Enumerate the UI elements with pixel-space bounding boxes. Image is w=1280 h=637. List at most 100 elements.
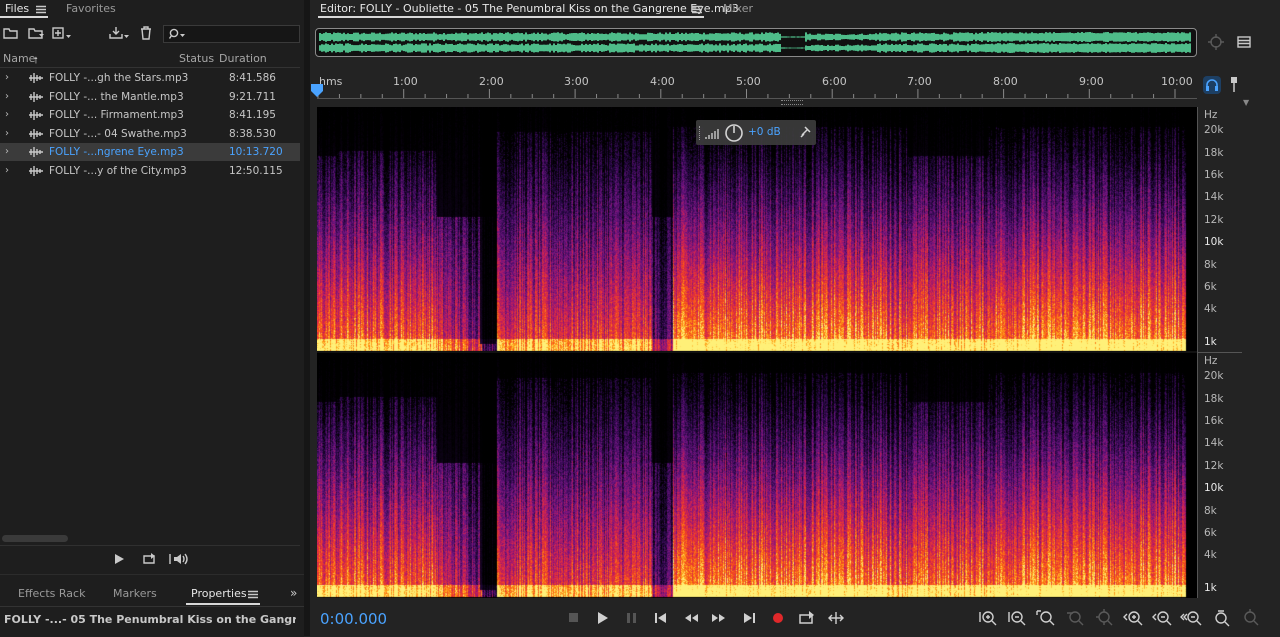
freq-label: 14k [1204,191,1224,203]
channel-divider [1198,352,1242,353]
zoom-out-time-icon[interactable] [1151,608,1173,628]
play-preview-icon[interactable] [113,553,125,568]
tab-markers[interactable]: Markers [113,587,157,600]
search-icon [168,28,187,43]
hud-gain-control[interactable]: +0 dB [696,120,816,145]
volume-knob-icon[interactable] [724,123,744,146]
spectral-frequency-display[interactable] [317,107,1197,598]
chevron-right-icon[interactable]: › [5,109,9,120]
loop-preview-icon[interactable] [141,552,157,569]
resize-grip[interactable] [781,100,803,105]
file-duration: 10:13.720 [229,146,283,158]
playhead-marker[interactable] [311,84,323,101]
zoom-out-amplitude-icon[interactable] [1006,608,1028,628]
ruler-tick: 1:00 [393,75,418,88]
audio-file-icon [28,166,44,179]
file-row[interactable]: › FOLLY -...gh the Stars.mp3 8:41.586 [0,69,300,87]
pin-hud-icon[interactable] [799,125,811,142]
chevron-right-icon[interactable]: › [5,72,9,83]
frequency-ruler[interactable]: Hz 20k 18k 16k 14k 12k 10k 8k 6k 4k 1k H… [1197,107,1242,598]
chevron-right-icon[interactable]: › [5,165,9,176]
ruler-tick: 5:00 [736,75,761,88]
search-input[interactable] [163,25,300,43]
import-file-icon[interactable] [108,26,130,43]
freq-label: 12k [1204,460,1224,472]
file-row-selected[interactable]: › FOLLY -...ngrene Eye.mp3 10:13.720 [0,143,300,161]
freq-label: 14k [1204,437,1224,449]
zoom-out-full-icon[interactable] [1180,608,1202,628]
record-button[interactable] [767,608,789,628]
rewind-button[interactable] [680,608,702,628]
audio-file-icon [28,92,44,105]
tab-files[interactable]: Files [5,2,29,15]
tab-favorites[interactable]: Favorites [66,2,116,15]
zoom-reset-icon[interactable] [1210,608,1232,628]
column-status[interactable]: Status [179,52,214,65]
file-duration: 12:50.115 [229,165,283,177]
chevron-down-icon[interactable]: ▼ [1243,98,1249,107]
file-duration: 8:41.195 [229,109,276,121]
freq-label: 20k [1204,124,1224,136]
files-panel: Files Favorites Name 🠕 Status Duration ›… [0,0,304,637]
files-scrollbar[interactable] [2,535,68,542]
headphones-icon[interactable] [1203,76,1221,94]
freq-label: 1k [1204,582,1217,594]
new-file-icon[interactable] [52,26,72,43]
zoom-in-left-icon[interactable] [1064,608,1086,628]
freq-label: 18k [1204,393,1224,405]
fast-forward-button[interactable] [708,608,730,628]
freq-label: 10k [1204,482,1224,494]
skip-selection-button[interactable] [825,608,847,628]
column-name[interactable]: Name [3,52,35,65]
open-file-icon[interactable] [3,26,19,43]
file-row[interactable]: › FOLLY -...y of the City.mp3 12:50.115 [0,162,300,180]
audio-file-icon [28,73,44,86]
time-ruler[interactable]: hms 1:00 2:00 3:00 4:00 5:00 6:00 7:00 8… [317,70,1197,99]
overview-navigator[interactable] [315,28,1197,57]
tab-properties[interactable]: Properties [191,587,247,600]
pause-button[interactable] [621,608,643,628]
column-duration[interactable]: Duration [219,52,267,65]
file-name: FOLLY -...ngrene Eye.mp3 [49,146,184,158]
ruler-tick: 3:00 [564,75,589,88]
skip-to-end-button[interactable] [738,608,760,628]
skip-to-start-button[interactable] [650,608,672,628]
zoom-in-time-icon[interactable] [1122,608,1144,628]
chevron-right-icon[interactable]: › [5,146,9,157]
zoom-to-selection-icon[interactable] [1035,608,1057,628]
tab-editor[interactable]: Editor: FOLLY - Oubliette - 05 The Penum… [320,2,739,15]
stop-button[interactable] [563,608,585,628]
file-row[interactable]: › FOLLY -... the Mantle.mp3 9:21.711 [0,88,300,106]
more-tabs-icon[interactable]: » [290,586,297,600]
tab-mixer[interactable]: Mixer [723,2,753,15]
zoom-navigator-icon[interactable] [1206,34,1226,53]
ruler-tick: 9:00 [1079,75,1104,88]
file-row[interactable]: › FOLLY -... Firmament.mp3 8:41.195 [0,106,300,124]
auto-play-volume-icon[interactable] [168,552,190,569]
audio-file-icon [28,129,44,142]
zoom-frequency-icon[interactable] [1239,608,1261,628]
channel-divider [317,351,1197,353]
pin-icon[interactable] [1229,77,1239,96]
zoom-in-right-icon[interactable] [1093,608,1115,628]
freq-unit: Hz [1204,355,1218,367]
trash-icon[interactable] [139,26,153,43]
panel-menu-icon[interactable] [248,589,258,602]
audio-file-icon [28,147,44,160]
spectral-menu-icon[interactable] [1237,36,1251,51]
file-row[interactable]: › FOLLY -...- 04 Swathe.mp3 8:38.530 [0,125,300,143]
tab-effects-rack[interactable]: Effects Rack [18,587,85,600]
play-button[interactable] [592,608,614,628]
chevron-right-icon[interactable]: › [5,91,9,102]
chevron-right-icon[interactable]: › [5,128,9,139]
divider [0,545,300,546]
overview-waveform [319,32,1191,53]
header-divider [0,67,300,68]
loop-playback-button[interactable] [796,608,818,628]
hud-grip[interactable] [699,126,702,140]
file-duration: 8:38.530 [229,128,276,140]
open-append-icon[interactable] [28,26,46,43]
zoom-in-amplitude-icon[interactable] [977,608,999,628]
gain-value[interactable]: +0 dB [748,126,781,138]
timecode-display[interactable]: 0:00.000 [320,610,387,628]
